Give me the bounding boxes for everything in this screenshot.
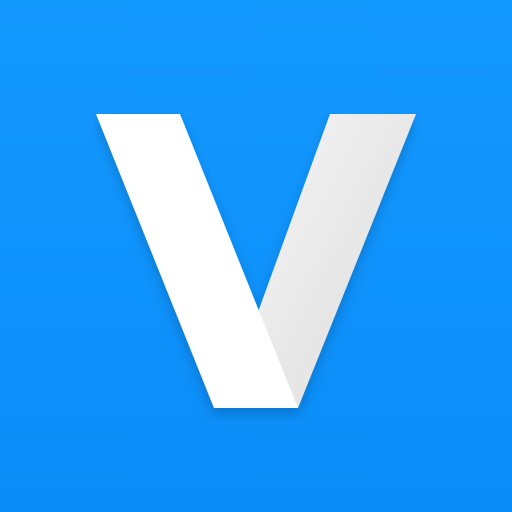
v-logo-icon [0, 0, 512, 512]
app-icon [0, 0, 512, 512]
icon-background [0, 0, 512, 512]
